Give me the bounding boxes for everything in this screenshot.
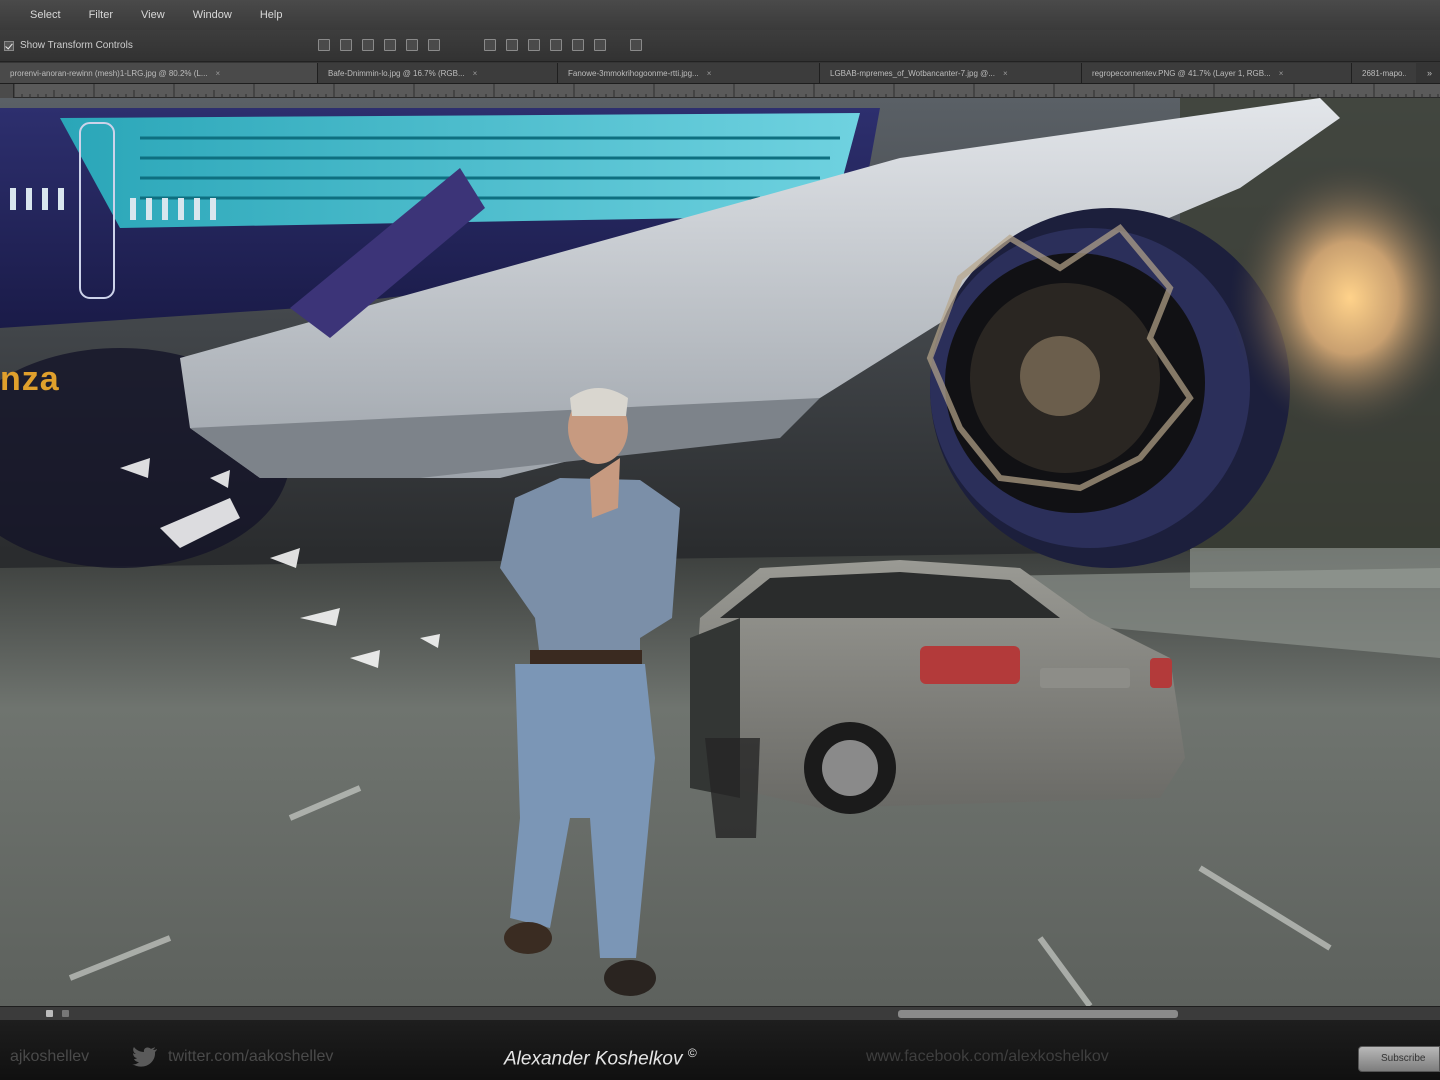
tab-document-3[interactable]: Fanowe-3mmokrihogoonme-rtti.jpg... ×: [558, 63, 820, 83]
video-credits-bar: ajkoshellev twitter.com/aakoshellev Alex…: [0, 1020, 1440, 1080]
tab-label: Bafe-Dnimmin-lo.jpg @ 16.7% (RGB...: [328, 68, 465, 78]
align-right-icon[interactable]: [428, 39, 440, 51]
scroll-right-icon[interactable]: [62, 1010, 69, 1017]
close-icon[interactable]: ×: [216, 69, 221, 78]
tab-label: prorenvi-anoran-rewinn (mesh)1-LRG.jpg @…: [10, 68, 208, 78]
author-mark: ©: [687, 1046, 697, 1060]
tab-label: 2681-mapo...: [1362, 68, 1406, 78]
ruler-ticks: [14, 84, 1439, 98]
menu-view[interactable]: View: [131, 0, 183, 30]
scroll-left-icon[interactable]: [46, 1010, 53, 1017]
distribute-top-icon[interactable]: [484, 39, 496, 51]
document-tabs: prorenvi-anoran-rewinn (mesh)1-LRG.jpg @…: [0, 62, 1440, 84]
horizontal-ruler: [0, 84, 1440, 98]
distribute-icons: [484, 39, 642, 51]
tab-label: LGBAB-mpremes_of_Wotbancanter-7.jpg @...: [830, 68, 995, 78]
show-transform-label: Show Transform Controls: [20, 40, 133, 51]
scroll-thumb[interactable]: [898, 1010, 1178, 1018]
show-transform-option[interactable]: Show Transform Controls: [0, 40, 133, 51]
menu-window[interactable]: Window: [183, 0, 250, 30]
main-menu: Select Filter View Window Help: [0, 0, 300, 30]
close-icon[interactable]: ×: [1003, 69, 1008, 78]
more-tabs-icon[interactable]: »: [1419, 63, 1440, 83]
distribute-center-icon[interactable]: [572, 39, 584, 51]
distribute-right-icon[interactable]: [594, 39, 606, 51]
tab-document-6[interactable]: 2681-mapo...: [1352, 63, 1416, 83]
tab-label: Fanowe-3mmokrihogoonme-rtti.jpg...: [568, 68, 699, 78]
align-center-icon[interactable]: [406, 39, 418, 51]
align-bottom-icon[interactable]: [362, 39, 374, 51]
menu-help[interactable]: Help: [250, 0, 301, 30]
aircraft-livery-text: nza: [0, 360, 60, 398]
tab-document-1[interactable]: prorenvi-anoran-rewinn (mesh)1-LRG.jpg @…: [0, 63, 318, 83]
align-left-icon[interactable]: [384, 39, 396, 51]
ruler-corner: [0, 84, 14, 98]
tab-document-5[interactable]: regropeconnentev.PNG @ 41.7% (Layer 1, R…: [1082, 63, 1352, 83]
options-bar: Show Transform Controls: [0, 30, 1440, 62]
document-canvas[interactable]: nza: [0, 98, 1440, 1006]
distribute-left-icon[interactable]: [550, 39, 562, 51]
footer-author: Alexander Koshelkov ©: [504, 1046, 697, 1070]
subscribe-button[interactable]: Subscribe: [1358, 1046, 1440, 1072]
distribute-middle-icon[interactable]: [506, 39, 518, 51]
align-top-icon[interactable]: [318, 39, 330, 51]
close-icon[interactable]: ×: [707, 69, 712, 78]
menu-bar: Select Filter View Window Help: [0, 0, 1440, 30]
close-icon[interactable]: ×: [1279, 69, 1284, 78]
align-icons: [318, 39, 440, 51]
menu-select[interactable]: Select: [20, 0, 79, 30]
footer-handle: ajkoshellev: [10, 1048, 90, 1065]
close-icon[interactable]: ×: [473, 69, 478, 78]
tab-label: regropeconnentev.PNG @ 41.7% (Layer 1, R…: [1092, 68, 1271, 78]
show-transform-checkbox[interactable]: [4, 40, 14, 51]
align-middle-icon[interactable]: [340, 39, 352, 51]
tab-document-4[interactable]: LGBAB-mpremes_of_Wotbancanter-7.jpg @...…: [820, 63, 1082, 83]
horizontal-scrollbar[interactable]: [0, 1006, 1440, 1020]
artwork: [0, 98, 1440, 1006]
footer-site-link[interactable]: www.facebook.com/alexkoshelkov: [866, 1048, 1109, 1066]
footer-twitter-link[interactable]: twitter.com/aakoshellev: [168, 1048, 333, 1066]
auto-align-icon[interactable]: [630, 39, 642, 51]
tab-document-2[interactable]: Bafe-Dnimmin-lo.jpg @ 16.7% (RGB... ×: [318, 63, 558, 83]
twitter-icon: [132, 1047, 157, 1067]
menu-filter[interactable]: Filter: [79, 0, 131, 30]
distribute-bottom-icon[interactable]: [528, 39, 540, 51]
author-name: Alexander Koshelkov: [504, 1048, 683, 1070]
